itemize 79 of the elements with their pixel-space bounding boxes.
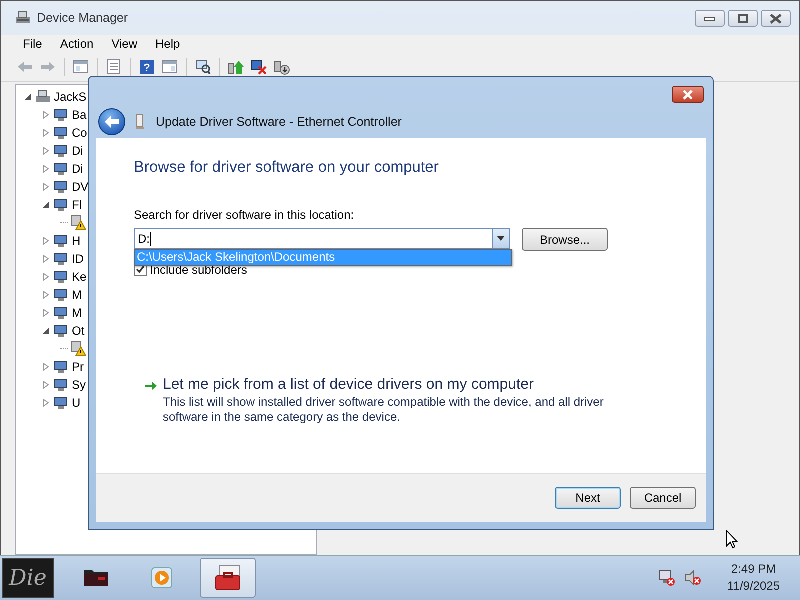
collapsed-arrow-icon[interactable]	[42, 309, 50, 317]
location-label: Search for driver software in this location:	[134, 208, 356, 222]
collapsed-arrow-icon[interactable]	[42, 273, 50, 281]
collapsed-arrow-icon[interactable]	[42, 111, 50, 119]
tree-item-label[interactable]: Co	[72, 126, 88, 140]
menu-item[interactable]: Action	[51, 37, 103, 51]
browse-button[interactable]: Browse...	[522, 228, 608, 251]
close-icon	[681, 90, 695, 100]
back-arrow-icon[interactable]	[17, 59, 33, 75]
tree-item-label[interactable]: JackS	[54, 90, 87, 104]
tree-item-label[interactable]: U	[72, 396, 81, 410]
menu-item[interactable]: View	[102, 37, 146, 51]
tree-item-label[interactable]: ID	[72, 252, 84, 266]
dialog-title: Update Driver Software - Ethernet Controller	[156, 115, 402, 129]
collapsed-arrow-icon[interactable]	[42, 381, 50, 389]
scan-icon[interactable]	[195, 59, 211, 75]
collapsed-arrow-icon[interactable]	[42, 129, 50, 137]
minimize-button[interactable]	[695, 10, 725, 27]
forward-arrow-icon[interactable]	[40, 59, 56, 75]
close-icon	[769, 14, 783, 24]
computer-icon	[15, 10, 31, 26]
back-button[interactable]	[98, 108, 126, 136]
collapsed-arrow-icon[interactable]	[42, 363, 50, 371]
network-icon[interactable]	[658, 569, 676, 587]
collapsed-arrow-icon[interactable]	[42, 237, 50, 245]
tree-item-label[interactable]: Ot	[72, 324, 85, 338]
update-arrow-icon[interactable]	[228, 59, 244, 75]
pick-driver-link[interactable]: Let me pick from a list of device drivers on my computer	[163, 376, 613, 393]
start-button[interactable]: Die	[2, 558, 54, 598]
collapsed-arrow-icon[interactable]	[42, 399, 50, 407]
menu-item[interactable]: Help	[146, 37, 190, 51]
expanded-arrow-icon[interactable]	[42, 201, 50, 209]
close-button[interactable]	[672, 86, 704, 103]
tree-item-label[interactable]: Ke	[72, 270, 87, 284]
maximize-icon	[736, 14, 750, 24]
collapsed-arrow-icon[interactable]	[42, 183, 50, 191]
minimize-icon	[703, 14, 717, 22]
collapsed-arrow-icon[interactable]	[42, 165, 50, 173]
expanded-arrow-icon[interactable]	[24, 93, 32, 101]
tree-item-label[interactable]: M	[72, 288, 82, 302]
tree-item-label[interactable]: Sy	[72, 378, 86, 392]
page-heading: Browse for driver software on your computer	[134, 159, 440, 177]
taskbar-button[interactable]	[200, 558, 256, 598]
network-card-icon	[136, 114, 144, 130]
muted-speaker-icon[interactable]	[684, 569, 702, 587]
collapsed-arrow-icon[interactable]	[42, 255, 50, 263]
help-icon[interactable]: ?	[139, 59, 155, 75]
disable-device-icon[interactable]	[274, 59, 290, 75]
checkbox-label: Include subfolders	[150, 262, 248, 276]
arrow-icon	[144, 380, 158, 392]
clock-time: 2:49 PM	[731, 561, 776, 578]
dropdown-arrow-icon	[497, 236, 505, 241]
tree-item-label[interactable]: H	[72, 234, 81, 248]
location-combobox[interactable]: D:	[134, 228, 510, 249]
tree-item-label[interactable]: Di	[72, 144, 84, 158]
window-pane-icon[interactable]	[73, 59, 89, 75]
window-pane-icon[interactable]	[162, 59, 178, 75]
tree-item-label[interactable]: Pr	[72, 360, 84, 374]
menu-item[interactable]: File	[15, 37, 52, 51]
close-button[interactable]	[761, 10, 791, 27]
tree-item-label[interactable]: DV	[72, 180, 89, 194]
collapsed-arrow-icon[interactable]	[42, 147, 50, 155]
dialog-button[interactable]: Cancel	[630, 487, 696, 509]
dialog-button[interactable]: Next	[555, 487, 621, 509]
clock-date: 11/9/2025	[728, 578, 780, 595]
remove-device-icon[interactable]	[251, 59, 267, 75]
mouse-cursor-icon	[726, 530, 738, 549]
tree-item-label[interactable]: Di	[72, 162, 84, 176]
collapsed-arrow-icon[interactable]	[42, 291, 50, 299]
tree-item-label[interactable]: Fl	[72, 198, 82, 212]
clock[interactable]: 2:49 PM 11/9/2025	[728, 561, 780, 595]
tree-item-label[interactable]: Ba	[72, 108, 87, 122]
link-description: This list will show installed driver software compatible with the device, and all driver software in the same category as the device.	[163, 395, 605, 425]
toolbox-icon	[214, 564, 242, 592]
window-title: Device Manager	[37, 11, 128, 25]
maximize-button[interactable]	[728, 10, 758, 27]
document-icon[interactable]	[106, 59, 122, 75]
expanded-arrow-icon[interactable]	[42, 327, 50, 335]
tree-item-label[interactable]: M	[72, 306, 82, 320]
